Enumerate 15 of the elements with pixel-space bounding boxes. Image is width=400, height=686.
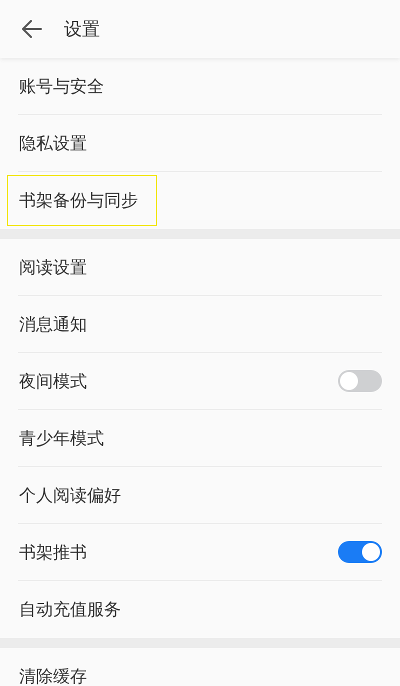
toggle-switch[interactable] [338,370,382,392]
toggle-switch[interactable] [338,541,382,563]
settings-item[interactable]: 阅读设置 [7,242,99,292]
page-title: 设置 [64,18,100,41]
back-arrow-icon[interactable] [22,20,42,38]
settings-item[interactable]: 自动充值服务 [7,584,133,635]
settings-item[interactable]: 消息通知 [7,298,99,350]
settings-item[interactable]: 夜间模式 [7,356,99,406]
settings-item[interactable]: 账号与安全 [7,60,116,112]
settings-item[interactable]: 隐私设置 [7,118,99,168]
settings-item[interactable]: 个人阅读偏好 [7,470,133,520]
settings-item[interactable]: 书架推书 [7,526,99,578]
settings-item[interactable]: 清除缓存 [7,651,99,686]
settings-item[interactable]: 书架备份与同步 [7,175,157,226]
settings-item[interactable]: 青少年模式 [7,412,116,464]
